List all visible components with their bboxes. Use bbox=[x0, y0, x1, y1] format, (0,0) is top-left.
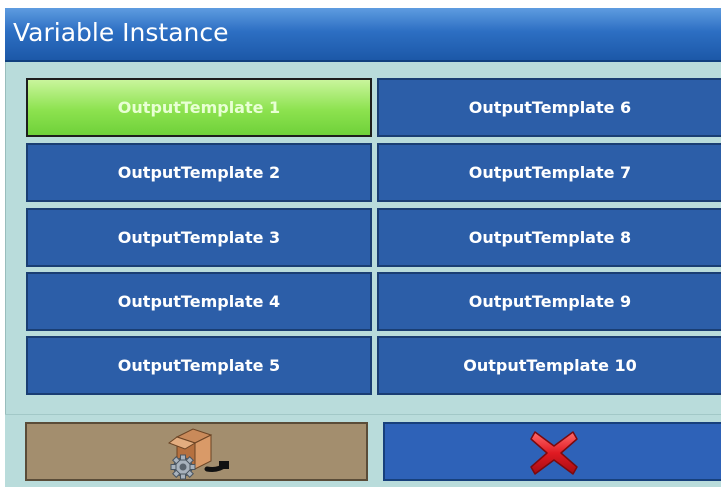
output-template-10-button[interactable]: OutputTemplate 10 bbox=[377, 336, 721, 395]
title-bar: Variable Instance bbox=[5, 8, 721, 62]
red-x-icon bbox=[530, 431, 578, 475]
settings-softkey-button[interactable] bbox=[25, 422, 368, 481]
cancel-softkey-button[interactable] bbox=[383, 422, 721, 481]
output-template-8-button[interactable]: OutputTemplate 8 bbox=[377, 208, 721, 267]
box-gear-icon bbox=[167, 428, 229, 480]
variable-instance-screen: Variable Instance OutputTemplate 1 Outpu… bbox=[0, 0, 721, 487]
output-template-2-button[interactable]: OutputTemplate 2 bbox=[26, 143, 372, 202]
template-selection-panel: OutputTemplate 1 OutputTemplate 2 Output… bbox=[5, 62, 721, 414]
output-template-1-button[interactable]: OutputTemplate 1 bbox=[26, 78, 372, 137]
softkey-bar bbox=[5, 414, 721, 487]
output-template-5-button[interactable]: OutputTemplate 5 bbox=[26, 336, 372, 395]
output-template-7-button[interactable]: OutputTemplate 7 bbox=[377, 143, 721, 202]
output-template-4-button[interactable]: OutputTemplate 4 bbox=[26, 272, 372, 331]
output-template-6-button[interactable]: OutputTemplate 6 bbox=[377, 78, 721, 137]
output-template-9-button[interactable]: OutputTemplate 9 bbox=[377, 272, 721, 331]
output-template-3-button[interactable]: OutputTemplate 3 bbox=[26, 208, 372, 267]
dialog-title: Variable Instance bbox=[13, 18, 229, 47]
